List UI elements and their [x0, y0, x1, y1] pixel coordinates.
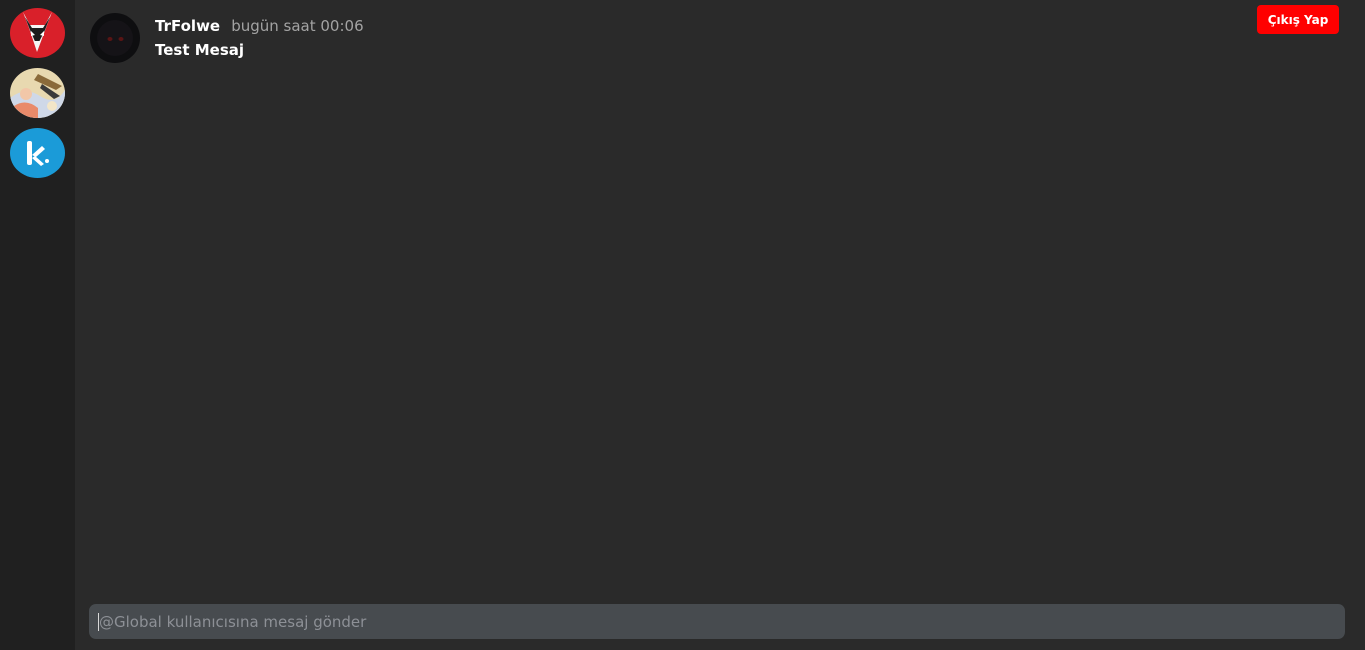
k-logo-icon — [10, 128, 65, 178]
text-caret — [98, 613, 99, 631]
message-text: Test Mesaj — [155, 41, 245, 59]
chat-app: TrFolwe bugün saat 00:06 Test Mesaj Çıkı… — [0, 0, 1365, 650]
message-item: TrFolwe bugün saat 00:06 Test Mesaj — [90, 13, 990, 63]
logout-button[interactable]: Çıkış Yap — [1257, 5, 1339, 34]
fox-logo-icon — [10, 8, 65, 58]
avatar[interactable] — [90, 13, 140, 63]
server-k[interactable] — [10, 128, 65, 178]
message-composer — [89, 604, 1345, 639]
server-anime[interactable] — [10, 68, 65, 118]
server-sidebar — [0, 0, 75, 650]
server-fox[interactable] — [10, 8, 65, 58]
message-input[interactable] — [99, 604, 1329, 639]
chat-main: TrFolwe bugün saat 00:06 Test Mesaj Çıkı… — [75, 0, 1365, 650]
message-header: TrFolwe bugün saat 00:06 — [155, 16, 364, 35]
anime-art-icon — [10, 68, 65, 118]
message-timestamp: bugün saat 00:06 — [231, 17, 364, 35]
dark-avatar-icon — [90, 13, 140, 63]
message-username[interactable]: TrFolwe — [155, 17, 220, 35]
